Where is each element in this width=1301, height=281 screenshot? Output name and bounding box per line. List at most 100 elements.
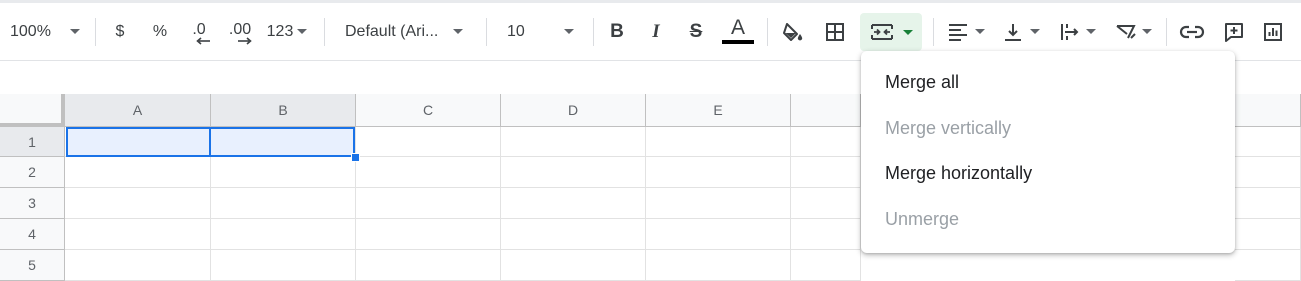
- fill-handle[interactable]: [351, 153, 360, 162]
- bold-icon: B: [610, 20, 624, 42]
- menu-item-merge-vertically: Merge vertically: [885, 117, 1012, 138]
- currency-symbol: $: [115, 22, 125, 40]
- cell[interactable]: [1235, 250, 1301, 281]
- cell[interactable]: [646, 157, 791, 188]
- column-header-a[interactable]: A: [65, 94, 211, 127]
- cell[interactable]: [356, 219, 501, 250]
- more-formats-label: 123: [266, 22, 294, 40]
- font-family-value: Default (Ari...: [345, 22, 439, 40]
- borders-button[interactable]: [821, 3, 849, 60]
- merge-cells-menu: Merge all Merge vertically Merge horizon…: [861, 51, 1235, 253]
- chevron-down-icon: [1142, 29, 1152, 34]
- cell[interactable]: [501, 157, 646, 188]
- cell[interactable]: [791, 157, 861, 188]
- arrow-right-icon: [238, 36, 252, 45]
- cell[interactable]: [65, 250, 211, 281]
- bold-button[interactable]: B: [604, 3, 630, 60]
- cell[interactable]: [501, 127, 646, 157]
- menu-item-unmerge: Unmerge: [885, 208, 960, 229]
- borders-icon: [826, 22, 844, 41]
- align-left-icon: [949, 23, 967, 41]
- strikethrough-icon: S: [689, 20, 703, 42]
- cell[interactable]: [211, 219, 356, 250]
- fill-color-button[interactable]: [779, 3, 807, 60]
- cell[interactable]: [211, 157, 356, 188]
- more-formats-button[interactable]: 123: [262, 3, 312, 60]
- cell[interactable]: [356, 157, 501, 188]
- menu-item-merge-horizontally[interactable]: Merge horizontally: [861, 151, 1235, 197]
- active-cell[interactable]: [66, 127, 211, 157]
- row-header-1[interactable]: 1: [0, 127, 65, 157]
- italic-icon: I: [652, 20, 660, 42]
- cell[interactable]: [356, 127, 501, 157]
- cell[interactable]: [1235, 127, 1301, 157]
- merge-cells-icon: [871, 24, 893, 40]
- row-header-2[interactable]: 2: [0, 157, 65, 188]
- cell[interactable]: [646, 127, 791, 157]
- cell[interactable]: [65, 157, 211, 188]
- toolbar-divider: [593, 18, 594, 46]
- cell[interactable]: [1235, 219, 1301, 250]
- text-color-icon: A: [730, 15, 745, 39]
- cell[interactable]: [791, 250, 861, 281]
- column-header-d[interactable]: D: [501, 94, 646, 127]
- chevron-down-icon: [1086, 29, 1096, 34]
- cell[interactable]: [65, 188, 211, 219]
- toolbar-divider: [933, 18, 934, 46]
- select-all-corner[interactable]: [0, 94, 65, 127]
- font-size-value: 10: [507, 22, 525, 40]
- percent-symbol: %: [152, 22, 168, 40]
- cell[interactable]: [646, 250, 791, 281]
- align-bottom-icon: [1005, 23, 1021, 41]
- chevron-down-icon: [297, 29, 308, 34]
- arrow-left-icon: [196, 36, 210, 45]
- toolbar-divider: [1166, 18, 1167, 46]
- cell[interactable]: [501, 219, 646, 250]
- chevron-down-icon: [453, 29, 464, 34]
- toolbar-divider: [95, 18, 96, 46]
- insert-chart-button[interactable]: [1259, 3, 1287, 60]
- cell[interactable]: [646, 219, 791, 250]
- cell[interactable]: [791, 219, 861, 250]
- menu-item-merge-all[interactable]: Merge all: [861, 60, 1235, 106]
- chevron-down-icon: [903, 29, 913, 35]
- chart-icon: [1264, 22, 1282, 41]
- cell[interactable]: [646, 188, 791, 219]
- format-currency-button[interactable]: $: [106, 3, 134, 60]
- row-header-4[interactable]: 4: [0, 219, 65, 250]
- font-family-select[interactable]: Default (Ari...: [336, 3, 476, 60]
- cell[interactable]: [211, 188, 356, 219]
- format-percent-button[interactable]: %: [146, 3, 174, 60]
- decrease-decimal-button[interactable]: .0: [183, 3, 215, 60]
- cell[interactable]: [791, 127, 861, 157]
- toolbar-divider: [324, 18, 325, 46]
- text-wrap-icon: [1061, 23, 1079, 40]
- cell[interactable]: [501, 188, 646, 219]
- cell[interactable]: [356, 188, 501, 219]
- increase-decimal-label: .00: [228, 20, 252, 38]
- cell[interactable]: [65, 219, 211, 250]
- column-header-c[interactable]: C: [356, 94, 501, 127]
- merge-cells-button[interactable]: [860, 13, 922, 51]
- cell[interactable]: [356, 250, 501, 281]
- cell[interactable]: [501, 250, 646, 281]
- strikethrough-button[interactable]: S: [683, 3, 709, 60]
- text-color-swatch: [722, 39, 754, 44]
- column-header-b[interactable]: B: [211, 94, 356, 127]
- column-header-e[interactable]: E: [646, 94, 791, 127]
- paint-bucket-icon: [783, 22, 803, 41]
- cell[interactable]: [1235, 157, 1301, 188]
- cell[interactable]: [1235, 188, 1301, 219]
- chevron-down-icon: [563, 29, 574, 34]
- cell[interactable]: [791, 188, 861, 219]
- column-header-i[interactable]: [1235, 94, 1301, 127]
- column-header-f[interactable]: [791, 94, 861, 127]
- italic-button[interactable]: I: [643, 3, 669, 60]
- increase-decimal-button[interactable]: .00: [222, 3, 258, 60]
- font-size-select[interactable]: 10: [498, 3, 582, 60]
- text-color-button[interactable]: A: [721, 3, 755, 60]
- zoom-select[interactable]: 100%: [4, 3, 90, 60]
- row-header-3[interactable]: 3: [0, 188, 65, 219]
- row-header-5[interactable]: 5: [0, 250, 65, 281]
- cell[interactable]: [211, 250, 356, 281]
